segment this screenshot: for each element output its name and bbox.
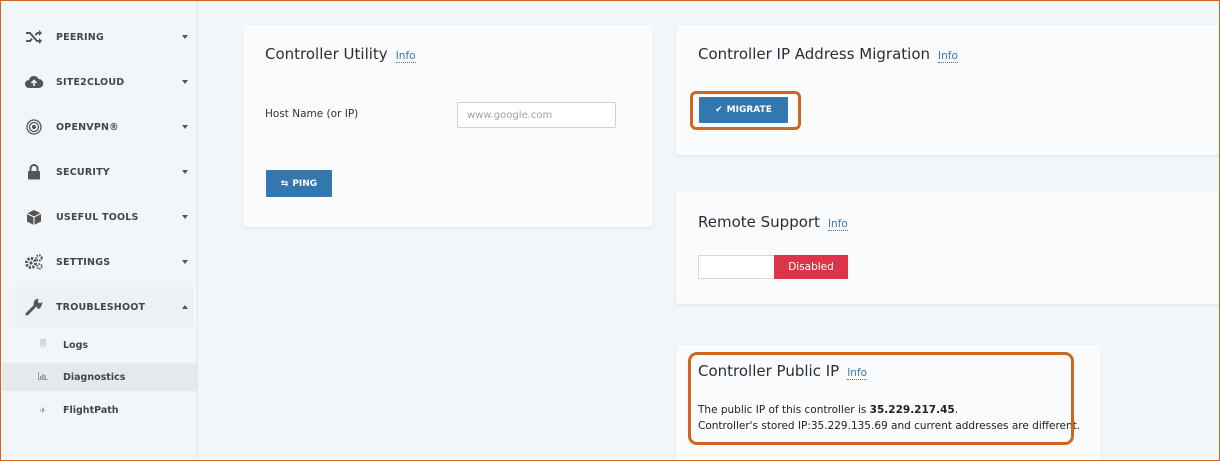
card-title: Controller Public IP Info bbox=[698, 362, 868, 380]
cube-icon bbox=[21, 204, 47, 230]
stored-ip-message: Controller's stored IP:35.229.135.69 and… bbox=[698, 420, 1081, 432]
sidebar: PEERING SITE2CLOUD OPENVPN® SECURITY USE… bbox=[1, 1, 198, 460]
card-title-text: Remote Support bbox=[698, 213, 820, 231]
card-title: Controller Utility Info bbox=[265, 45, 416, 63]
remote-support-status[interactable]: Disabled bbox=[774, 255, 848, 279]
card-title-text: Controller Public IP bbox=[698, 362, 840, 380]
ping-button[interactable]: ⇆ PING bbox=[266, 170, 332, 197]
sidebar-item-label: SETTINGS bbox=[56, 256, 111, 268]
remote-support-card: Remote Support Info Disabled bbox=[676, 191, 1220, 304]
ip-migration-card: Controller IP Address Migration Info ✔ MIG… bbox=[676, 25, 1220, 155]
check-icon: ✔ bbox=[715, 105, 723, 115]
sidebar-item-useful-tools[interactable]: USEFUL TOOLS bbox=[15, 197, 194, 237]
sidebar-item-label: TROUBLESHOOT bbox=[56, 301, 146, 313]
sidebar-item-label: OPENVPN® bbox=[56, 121, 119, 133]
chevron-down-icon bbox=[182, 35, 188, 39]
chevron-down-icon bbox=[182, 125, 188, 129]
file-icon: 🗎 bbox=[39, 339, 47, 348]
card-title: Controller IP Address Migration Info bbox=[698, 45, 958, 63]
info-link[interactable]: Info bbox=[395, 50, 416, 63]
sidebar-subitem-label: FlightPath bbox=[63, 404, 119, 416]
chevron-down-icon bbox=[182, 170, 188, 174]
plane-icon: ✈ bbox=[39, 405, 47, 415]
chevron-up-icon bbox=[182, 305, 188, 309]
remote-support-toggle-off-side[interactable] bbox=[698, 255, 775, 279]
migrate-button[interactable]: ✔ MIGRATE bbox=[699, 97, 788, 123]
controller-utility-card: Controller Utility Info Host Name (or IP)… bbox=[243, 25, 653, 227]
public-ip-value: 35.229.217.45 bbox=[869, 404, 955, 416]
shuffle-icon bbox=[21, 24, 47, 50]
chevron-down-icon bbox=[182, 80, 188, 84]
sidebar-item-label: PEERING bbox=[56, 31, 104, 43]
bar-chart-icon bbox=[38, 372, 48, 382]
sidebar-subitem-flightpath[interactable]: ✈ FlightPath bbox=[2, 396, 198, 424]
host-name-input[interactable] bbox=[457, 102, 616, 128]
swap-icon: ⇆ bbox=[280, 178, 289, 189]
gears-icon bbox=[21, 249, 47, 275]
sidebar-item-openvpn[interactable]: OPENVPN® bbox=[15, 107, 194, 147]
public-ip-message: The public IP of this controller is 35.2… bbox=[698, 404, 958, 416]
info-link[interactable]: Info bbox=[827, 218, 848, 231]
sidebar-item-label: USEFUL TOOLS bbox=[56, 211, 139, 223]
sidebar-item-settings[interactable]: SETTINGS bbox=[15, 242, 194, 282]
sidebar-subitem-label: Diagnostics bbox=[63, 371, 126, 383]
card-title: Remote Support Info bbox=[698, 213, 848, 231]
sidebar-subitem-diagnostics[interactable]: Diagnostics bbox=[2, 363, 198, 391]
lock-icon bbox=[21, 159, 47, 185]
wrench-icon bbox=[21, 294, 47, 320]
sidebar-item-label: SECURITY bbox=[56, 166, 110, 178]
sidebar-item-security[interactable]: SECURITY bbox=[15, 152, 194, 192]
public-ip-prefix: The public IP of this controller is bbox=[698, 404, 870, 416]
ping-button-label: PING bbox=[292, 178, 318, 189]
info-link[interactable]: Info bbox=[938, 50, 958, 63]
sidebar-item-site2cloud[interactable]: SITE2CLOUD bbox=[15, 62, 194, 102]
card-title-text: Controller Utility bbox=[265, 45, 388, 63]
sidebar-subitem-label: Logs bbox=[63, 339, 89, 351]
sidebar-item-label: SITE2CLOUD bbox=[56, 76, 125, 88]
migrate-button-label: MIGRATE bbox=[726, 105, 772, 115]
sidebar-subitem-logs[interactable]: 🗎 Logs bbox=[2, 331, 198, 359]
chevron-down-icon bbox=[182, 215, 188, 219]
sidebar-item-peering[interactable]: PEERING bbox=[15, 17, 194, 57]
public-ip-suffix: . bbox=[954, 404, 959, 416]
public-ip-card: Controller Public IP Info The public IP o… bbox=[676, 345, 1101, 461]
chevron-down-icon bbox=[182, 260, 188, 264]
host-name-label: Host Name (or IP) bbox=[265, 108, 359, 120]
sidebar-item-troubleshoot[interactable]: TROUBLESHOOT bbox=[15, 287, 194, 327]
cloud-upload-icon bbox=[21, 69, 47, 95]
openvpn-icon bbox=[21, 114, 47, 140]
info-link[interactable]: Info bbox=[847, 367, 868, 380]
card-title-text: Controller IP Address Migration bbox=[698, 45, 931, 63]
